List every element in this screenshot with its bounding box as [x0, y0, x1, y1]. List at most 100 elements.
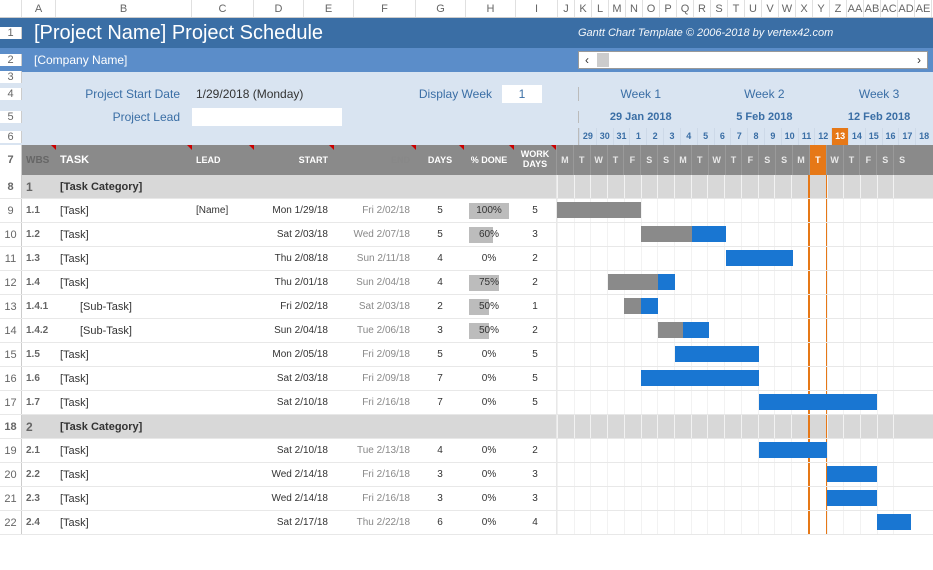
work-cell[interactable]: 2: [514, 271, 556, 294]
col-letter[interactable]: AB: [864, 0, 881, 17]
days-cell[interactable]: 4: [416, 247, 464, 270]
header-end[interactable]: END: [334, 145, 416, 175]
start-cell[interactable]: [254, 415, 334, 438]
row-number[interactable]: 21: [0, 487, 22, 510]
start-cell[interactable]: Sat 2/03/18: [254, 223, 334, 246]
days-cell[interactable]: 7: [416, 391, 464, 414]
wbs-cell[interactable]: 1.4.2: [22, 319, 56, 342]
days-cell[interactable]: 6: [416, 511, 464, 534]
end-cell[interactable]: Fri 2/16/18: [334, 391, 416, 414]
end-cell[interactable]: [334, 175, 416, 198]
row-number[interactable]: 8: [0, 175, 22, 198]
header-task[interactable]: TASK: [56, 145, 192, 175]
task-cell[interactable]: [Task]: [56, 463, 192, 486]
end-cell[interactable]: Fri 2/09/18: [334, 367, 416, 390]
end-cell[interactable]: Fri 2/09/18: [334, 343, 416, 366]
days-cell[interactable]: 2: [416, 295, 464, 318]
lead-cell[interactable]: [192, 487, 254, 510]
lead-value[interactable]: [192, 108, 342, 126]
days-cell[interactable]: 3: [416, 319, 464, 342]
wbs-cell[interactable]: 1.4: [22, 271, 56, 294]
end-cell[interactable]: Fri 2/02/18: [334, 199, 416, 222]
work-cell[interactable]: [514, 175, 556, 198]
col-letter[interactable]: E: [304, 0, 354, 17]
col-letter[interactable]: AD: [898, 0, 915, 17]
col-letter[interactable]: X: [796, 0, 813, 17]
work-cell[interactable]: 1: [514, 295, 556, 318]
start-date-value[interactable]: 1/29/2018 (Monday): [192, 87, 342, 101]
scroll-thumb[interactable]: [597, 53, 609, 67]
row-number[interactable]: 6: [0, 131, 22, 143]
row-number[interactable]: 16: [0, 367, 22, 390]
lead-cell[interactable]: [192, 511, 254, 534]
work-cell[interactable]: 2: [514, 439, 556, 462]
col-letter[interactable]: I: [516, 0, 558, 17]
done-cell[interactable]: 60%: [464, 223, 514, 246]
days-cell[interactable]: 3: [416, 487, 464, 510]
lead-cell[interactable]: [192, 439, 254, 462]
col-letter[interactable]: N: [626, 0, 643, 17]
task-cell[interactable]: [Task]: [56, 487, 192, 510]
work-cell[interactable]: 5: [514, 391, 556, 414]
lead-cell[interactable]: [192, 463, 254, 486]
horizontal-scroll[interactable]: ‹›: [578, 51, 928, 69]
start-cell[interactable]: Sat 2/10/18: [254, 439, 334, 462]
row-number[interactable]: 19: [0, 439, 22, 462]
row-number[interactable]: 12: [0, 271, 22, 294]
row-number[interactable]: 2: [0, 54, 22, 66]
col-letter[interactable]: R: [694, 0, 711, 17]
col-letter[interactable]: L: [592, 0, 609, 17]
table-row[interactable]: 202.2[Task]Wed 2/14/18Fri 2/16/1830%3: [0, 463, 933, 487]
col-letter[interactable]: B: [56, 0, 192, 17]
task-cell[interactable]: [Task]: [56, 199, 192, 222]
table-row[interactable]: 111.3[Task]Thu 2/08/18Sun 2/11/1840%2: [0, 247, 933, 271]
col-letter[interactable]: Z: [830, 0, 847, 17]
task-cell[interactable]: [Sub-Task]: [56, 295, 192, 318]
lead-cell[interactable]: [192, 367, 254, 390]
end-cell[interactable]: Fri 2/16/18: [334, 487, 416, 510]
task-cell[interactable]: [Task]: [56, 391, 192, 414]
row-number[interactable]: 5: [0, 111, 22, 123]
row-number[interactable]: 17: [0, 391, 22, 414]
wbs-cell[interactable]: 1: [22, 175, 56, 198]
col-letter[interactable]: S: [711, 0, 728, 17]
company-name[interactable]: [Company Name]: [22, 53, 578, 67]
days-cell[interactable]: 4: [416, 439, 464, 462]
days-cell[interactable]: 4: [416, 271, 464, 294]
lead-cell[interactable]: [Name]: [192, 199, 254, 222]
task-cell[interactable]: [Sub-Task]: [56, 319, 192, 342]
work-cell[interactable]: 3: [514, 223, 556, 246]
row-number[interactable]: 11: [0, 247, 22, 270]
days-cell[interactable]: [416, 415, 464, 438]
col-letter[interactable]: K: [575, 0, 592, 17]
col-letter[interactable]: Q: [677, 0, 694, 17]
col-letter[interactable]: V: [762, 0, 779, 17]
col-letter[interactable]: J: [558, 0, 575, 17]
done-cell[interactable]: 50%: [464, 319, 514, 342]
task-cell[interactable]: [Task]: [56, 511, 192, 534]
scroll-right-icon[interactable]: ›: [911, 53, 927, 67]
start-cell[interactable]: Fri 2/02/18: [254, 295, 334, 318]
work-cell[interactable]: 3: [514, 487, 556, 510]
days-cell[interactable]: 5: [416, 199, 464, 222]
done-cell[interactable]: 0%: [464, 487, 514, 510]
lead-cell[interactable]: [192, 295, 254, 318]
days-cell[interactable]: 7: [416, 367, 464, 390]
table-row[interactable]: 131.4.1[Sub-Task]Fri 2/02/18Sat 2/03/182…: [0, 295, 933, 319]
done-cell[interactable]: [464, 415, 514, 438]
table-row[interactable]: 91.1[Task][Name]Mon 1/29/18Fri 2/02/1851…: [0, 199, 933, 223]
wbs-cell[interactable]: 1.5: [22, 343, 56, 366]
task-cell[interactable]: [Task]: [56, 367, 192, 390]
end-cell[interactable]: Sun 2/04/18: [334, 271, 416, 294]
end-cell[interactable]: Sat 2/03/18: [334, 295, 416, 318]
days-cell[interactable]: 3: [416, 463, 464, 486]
done-cell[interactable]: [464, 175, 514, 198]
days-cell[interactable]: 5: [416, 343, 464, 366]
lead-cell[interactable]: [192, 271, 254, 294]
table-row[interactable]: 121.4[Task]Thu 2/01/18Sun 2/04/18475%2: [0, 271, 933, 295]
wbs-cell[interactable]: 1.6: [22, 367, 56, 390]
end-cell[interactable]: Sun 2/11/18: [334, 247, 416, 270]
table-row[interactable]: 171.7[Task]Sat 2/10/18Fri 2/16/1870%5: [0, 391, 933, 415]
start-cell[interactable]: Sun 2/04/18: [254, 319, 334, 342]
header-lead[interactable]: LEAD: [192, 145, 254, 175]
